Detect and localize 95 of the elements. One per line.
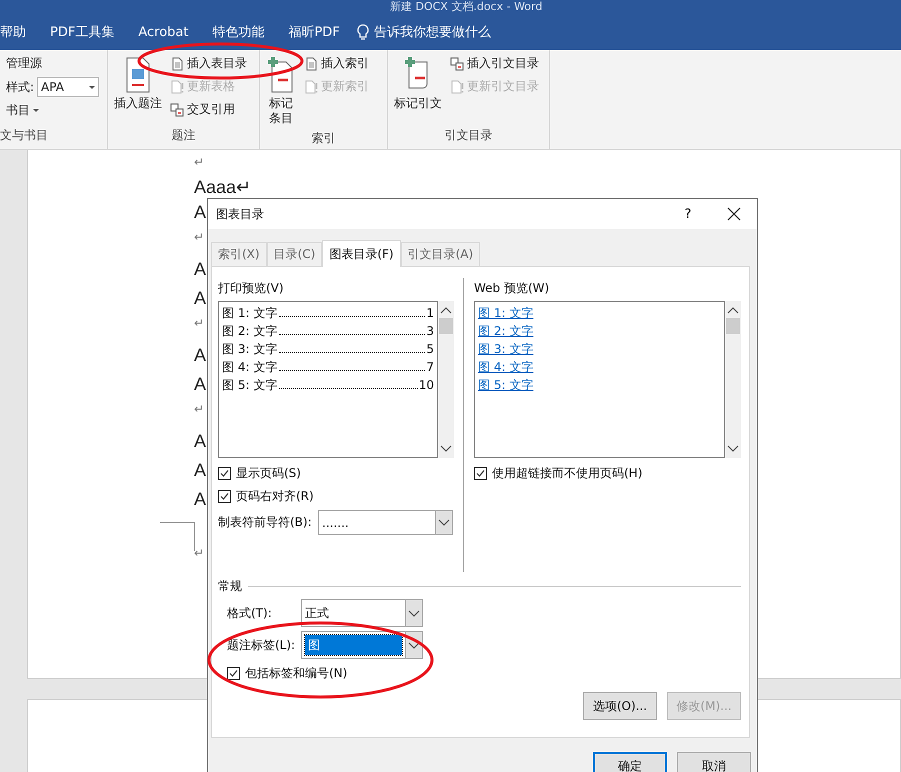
section-label: 打印预览(V) xyxy=(218,281,285,295)
ribbon-button[interactable]: 交叉引用 xyxy=(170,100,247,119)
section-label: Web 预览(W) xyxy=(474,281,550,295)
dialog-button[interactable]: 选项(O)... xyxy=(583,692,657,720)
scrollbar-thumb[interactable] xyxy=(439,318,453,334)
document-text: A xyxy=(194,345,206,365)
checkbox[interactable]: 使用超链接而不使用页码(H) xyxy=(474,465,642,481)
chevron-up-icon xyxy=(440,307,452,314)
field-label: 格式(T): xyxy=(227,606,272,620)
menu-tab[interactable]: 福昕PDF xyxy=(288,23,340,41)
document-exclamation-icon xyxy=(304,80,318,94)
preview-link[interactable]: 图 5: 文字 xyxy=(478,376,534,394)
crop-mark xyxy=(160,522,195,551)
dialog-tab[interactable]: 引文目录(A) xyxy=(400,242,480,266)
document-text: Aaaa↵ xyxy=(194,177,252,197)
paragraph-mark: ↵ xyxy=(194,316,204,330)
page-number: 7 xyxy=(426,359,434,376)
preview-entry: 图 1: 文字 xyxy=(222,305,278,322)
menu-tab[interactable]: 帮助 xyxy=(0,23,26,41)
document-text: A xyxy=(194,431,206,451)
group-label: 索引 xyxy=(312,131,336,145)
document-icon xyxy=(170,102,184,116)
scrollbar[interactable] xyxy=(725,301,741,458)
paragraph-mark: ↵ xyxy=(194,155,204,169)
window-title: 新建 DOCX 文档.docx - Word xyxy=(390,0,542,14)
document-text: A xyxy=(194,489,206,509)
menu-tab[interactable]: 特色功能 xyxy=(212,23,264,41)
field-label: 题注标签(L): xyxy=(227,638,296,652)
tell-me-search[interactable]: 告诉我你想要做什么 xyxy=(374,23,491,41)
preview-link[interactable]: 图 4: 文字 xyxy=(478,358,534,376)
dialog-tab[interactable]: 目录(C) xyxy=(266,242,322,266)
preview-link[interactable]: 图 3: 文字 xyxy=(478,340,534,358)
preview-entry: 图 2: 文字 xyxy=(222,323,278,340)
preview-link[interactable]: 图 1: 文字 xyxy=(478,304,534,322)
page-number: 1 xyxy=(426,305,434,322)
ribbon-button[interactable]: 插入引文目录 xyxy=(450,54,539,73)
ribbon-large-button[interactable]: 标记条目 xyxy=(266,54,296,128)
style-label: 样式: xyxy=(6,78,34,96)
checkbox[interactable]: 页码右对齐(R) xyxy=(218,488,314,504)
document-text: A xyxy=(194,259,206,279)
group-label: 文与书目 xyxy=(0,128,48,142)
menu-tab[interactable]: PDF工具集 xyxy=(50,23,114,41)
preview-entry: 图 3: 文字 xyxy=(222,341,278,358)
page-number: 10 xyxy=(418,377,434,394)
caret-icon xyxy=(89,86,96,88)
document-text: A xyxy=(194,202,206,222)
ribbon-button[interactable]: 插入索引 xyxy=(304,54,369,73)
chevron-down-icon xyxy=(438,519,450,526)
checkbox[interactable]: 包括标签和编号(N) xyxy=(227,665,348,681)
preview-link[interactable]: 图 2: 文字 xyxy=(478,322,534,340)
page-number: 5 xyxy=(426,341,434,358)
paragraph-mark: ↵ xyxy=(194,546,204,560)
tab-leader-label: 制表符前导符(B): xyxy=(218,515,312,529)
help-button[interactable]: ? xyxy=(665,206,711,222)
document-icon xyxy=(304,56,318,70)
group-title: 常规 xyxy=(218,578,242,595)
preview-entry: 图 4: 文字 xyxy=(222,359,278,376)
document-icon xyxy=(450,56,464,70)
page-number: 3 xyxy=(426,323,434,340)
tab-leader-combo[interactable]: ....... xyxy=(318,510,453,535)
ribbon-button[interactable]: 书目 xyxy=(6,101,100,120)
ribbon-button[interactable]: 管理源 xyxy=(6,54,100,73)
document-icon xyxy=(170,56,184,70)
checkbox[interactable]: 显示页码(S) xyxy=(218,465,301,481)
ribbon-large-button[interactable]: 标记引文 xyxy=(394,54,442,125)
format-combo[interactable]: 正式 xyxy=(301,599,423,627)
dialog-tab[interactable]: 图表目录(F) xyxy=(322,240,401,267)
document-text: A xyxy=(194,288,206,308)
chevron-down-icon xyxy=(408,642,420,648)
caret-icon xyxy=(33,109,39,112)
chevron-up-icon xyxy=(727,307,739,314)
lightbulb-icon xyxy=(356,24,370,40)
chevron-down-icon xyxy=(440,445,452,452)
paragraph-mark: ↵ xyxy=(194,230,204,244)
preview-entry: 图 5: 文字 xyxy=(222,377,278,394)
paragraph-mark: ↵ xyxy=(194,402,204,416)
caption-label-combo[interactable]: 图 xyxy=(301,631,423,659)
document-text: A xyxy=(194,374,206,394)
group-label: 题注 xyxy=(172,128,196,142)
style-combo[interactable]: APA xyxy=(37,77,100,97)
cancel-button[interactable]: 取消 xyxy=(677,752,751,772)
document-text: A xyxy=(194,460,206,480)
document-exclamation-icon xyxy=(170,80,184,94)
chevron-down-icon xyxy=(727,445,739,452)
document-exclamation-icon xyxy=(450,80,464,94)
close-icon[interactable] xyxy=(727,207,741,221)
scrollbar-thumb[interactable] xyxy=(726,318,740,334)
dialog-title: 图表目录 xyxy=(216,206,265,222)
chevron-down-icon xyxy=(408,610,420,616)
group-label: 引文目录 xyxy=(444,128,492,142)
ok-button[interactable]: 确定 xyxy=(593,752,667,772)
ribbon-large-button[interactable]: 插入题注 xyxy=(114,54,162,125)
dialog-tab[interactable]: 索引(X) xyxy=(211,242,267,266)
menu-tab[interactable]: Acrobat xyxy=(138,24,188,40)
scrollbar[interactable] xyxy=(438,301,454,458)
